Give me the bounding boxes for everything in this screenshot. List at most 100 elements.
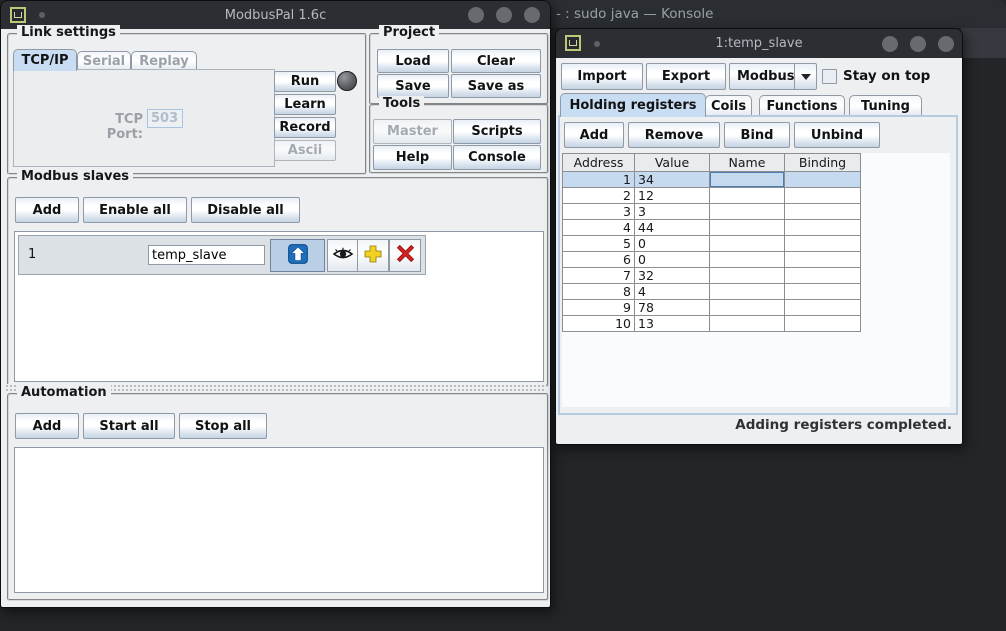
- address-cell[interactable]: 3: [563, 204, 635, 220]
- register-table-viewport[interactable]: Address Value Name Binding 1342123344450…: [562, 153, 950, 407]
- protocol-dropdown[interactable]: Modbus: [729, 63, 817, 90]
- column-header-value[interactable]: Value: [635, 154, 710, 172]
- value-cell[interactable]: 4: [635, 284, 710, 300]
- table-row[interactable]: 134: [563, 172, 861, 188]
- name-cell[interactable]: [710, 268, 785, 284]
- address-cell[interactable]: 10: [563, 316, 635, 332]
- minimize-button[interactable]: [468, 7, 484, 23]
- value-cell[interactable]: 12: [635, 188, 710, 204]
- close-button[interactable]: [524, 7, 540, 23]
- binding-cell[interactable]: [785, 252, 861, 268]
- load-button[interactable]: Load: [377, 49, 449, 73]
- tab-functions[interactable]: Functions: [759, 95, 845, 117]
- tab-coils[interactable]: Coils: [705, 95, 752, 117]
- help-button[interactable]: Help: [373, 145, 452, 170]
- table-row[interactable]: 60: [563, 252, 861, 268]
- ascii-button[interactable]: Ascii: [274, 140, 336, 161]
- value-cell[interactable]: 13: [635, 316, 710, 332]
- slave-duplicate-button[interactable]: [357, 239, 389, 272]
- scripts-button[interactable]: Scripts: [453, 119, 541, 144]
- disable-all-button[interactable]: Disable all: [191, 197, 300, 223]
- name-cell[interactable]: [710, 300, 785, 316]
- register-remove-button[interactable]: Remove: [628, 122, 720, 148]
- record-button[interactable]: Record: [274, 117, 336, 138]
- master-button[interactable]: Master: [373, 119, 452, 144]
- temp-slave-titlebar[interactable]: 1:temp_slave: [556, 29, 962, 58]
- name-cell[interactable]: [710, 284, 785, 300]
- binding-cell[interactable]: [785, 268, 861, 284]
- address-cell[interactable]: 6: [563, 252, 635, 268]
- slave-delete-button[interactable]: [389, 239, 421, 272]
- clear-button[interactable]: Clear: [451, 49, 541, 73]
- column-header-name[interactable]: Name: [710, 154, 785, 172]
- table-row[interactable]: 50: [563, 236, 861, 252]
- value-cell[interactable]: 0: [635, 236, 710, 252]
- slave-item[interactable]: 1: [18, 235, 426, 275]
- binding-cell[interactable]: [785, 236, 861, 252]
- start-all-button[interactable]: Start all: [83, 413, 175, 439]
- maximize-button[interactable]: [910, 36, 926, 52]
- table-row[interactable]: 444: [563, 220, 861, 236]
- enable-all-button[interactable]: Enable all: [83, 197, 187, 223]
- tab-tcpip[interactable]: TCP/IP: [13, 49, 77, 71]
- binding-cell[interactable]: [785, 300, 861, 316]
- automation-add-button[interactable]: Add: [15, 413, 79, 439]
- console-button[interactable]: Console: [453, 145, 541, 170]
- export-button[interactable]: Export: [646, 63, 726, 90]
- slave-name-field[interactable]: [148, 245, 265, 265]
- minimize-button[interactable]: [882, 36, 898, 52]
- register-add-button[interactable]: Add: [564, 122, 624, 148]
- table-row[interactable]: 732: [563, 268, 861, 284]
- table-row[interactable]: 978: [563, 300, 861, 316]
- stop-all-button[interactable]: Stop all: [179, 413, 267, 439]
- slave-view-button[interactable]: [327, 239, 358, 272]
- register-bind-button[interactable]: Bind: [724, 122, 790, 148]
- save-button[interactable]: Save: [377, 74, 449, 98]
- save-as-button[interactable]: Save as: [451, 74, 541, 98]
- stay-on-top-checkbox[interactable]: [822, 69, 837, 84]
- address-cell[interactable]: 5: [563, 236, 635, 252]
- table-row[interactable]: 1013: [563, 316, 861, 332]
- slave-enable-toggle[interactable]: [270, 239, 325, 272]
- binding-cell[interactable]: [785, 188, 861, 204]
- table-row[interactable]: 84: [563, 284, 861, 300]
- tab-serial[interactable]: Serial: [77, 51, 131, 71]
- name-cell[interactable]: [710, 188, 785, 204]
- binding-cell[interactable]: [785, 316, 861, 332]
- name-cell[interactable]: [710, 252, 785, 268]
- binding-cell[interactable]: [785, 204, 861, 220]
- value-cell[interactable]: 0: [635, 252, 710, 268]
- address-cell[interactable]: 7: [563, 268, 635, 284]
- learn-button[interactable]: Learn: [274, 94, 336, 115]
- tab-replay[interactable]: Replay: [131, 51, 197, 71]
- maximize-button[interactable]: [496, 7, 512, 23]
- address-cell[interactable]: 4: [563, 220, 635, 236]
- column-header-binding[interactable]: Binding: [785, 154, 861, 172]
- import-button[interactable]: Import: [561, 63, 643, 90]
- value-cell[interactable]: 78: [635, 300, 710, 316]
- address-cell[interactable]: 2: [563, 188, 635, 204]
- column-header-address[interactable]: Address: [563, 154, 635, 172]
- tcp-port-field[interactable]: [147, 109, 183, 128]
- name-cell[interactable]: [710, 236, 785, 252]
- value-cell[interactable]: 3: [635, 204, 710, 220]
- tab-tuning[interactable]: Tuning: [849, 95, 922, 117]
- dropdown-arrow-button[interactable]: [794, 64, 816, 89]
- address-cell[interactable]: 8: [563, 284, 635, 300]
- table-row[interactable]: 33: [563, 204, 861, 220]
- binding-cell[interactable]: [785, 220, 861, 236]
- address-cell[interactable]: 1: [563, 172, 635, 188]
- name-cell[interactable]: [710, 204, 785, 220]
- register-unbind-button[interactable]: Unbind: [794, 122, 880, 148]
- binding-cell[interactable]: [785, 284, 861, 300]
- name-cell[interactable]: [710, 316, 785, 332]
- tab-holding-registers[interactable]: Holding registers: [560, 93, 706, 117]
- binding-cell[interactable]: [785, 172, 861, 188]
- close-button[interactable]: [938, 36, 954, 52]
- name-cell[interactable]: [710, 220, 785, 236]
- address-cell[interactable]: 9: [563, 300, 635, 316]
- value-cell[interactable]: 44: [635, 220, 710, 236]
- value-cell[interactable]: 32: [635, 268, 710, 284]
- run-button[interactable]: Run: [274, 71, 336, 92]
- slaves-add-button[interactable]: Add: [15, 197, 79, 223]
